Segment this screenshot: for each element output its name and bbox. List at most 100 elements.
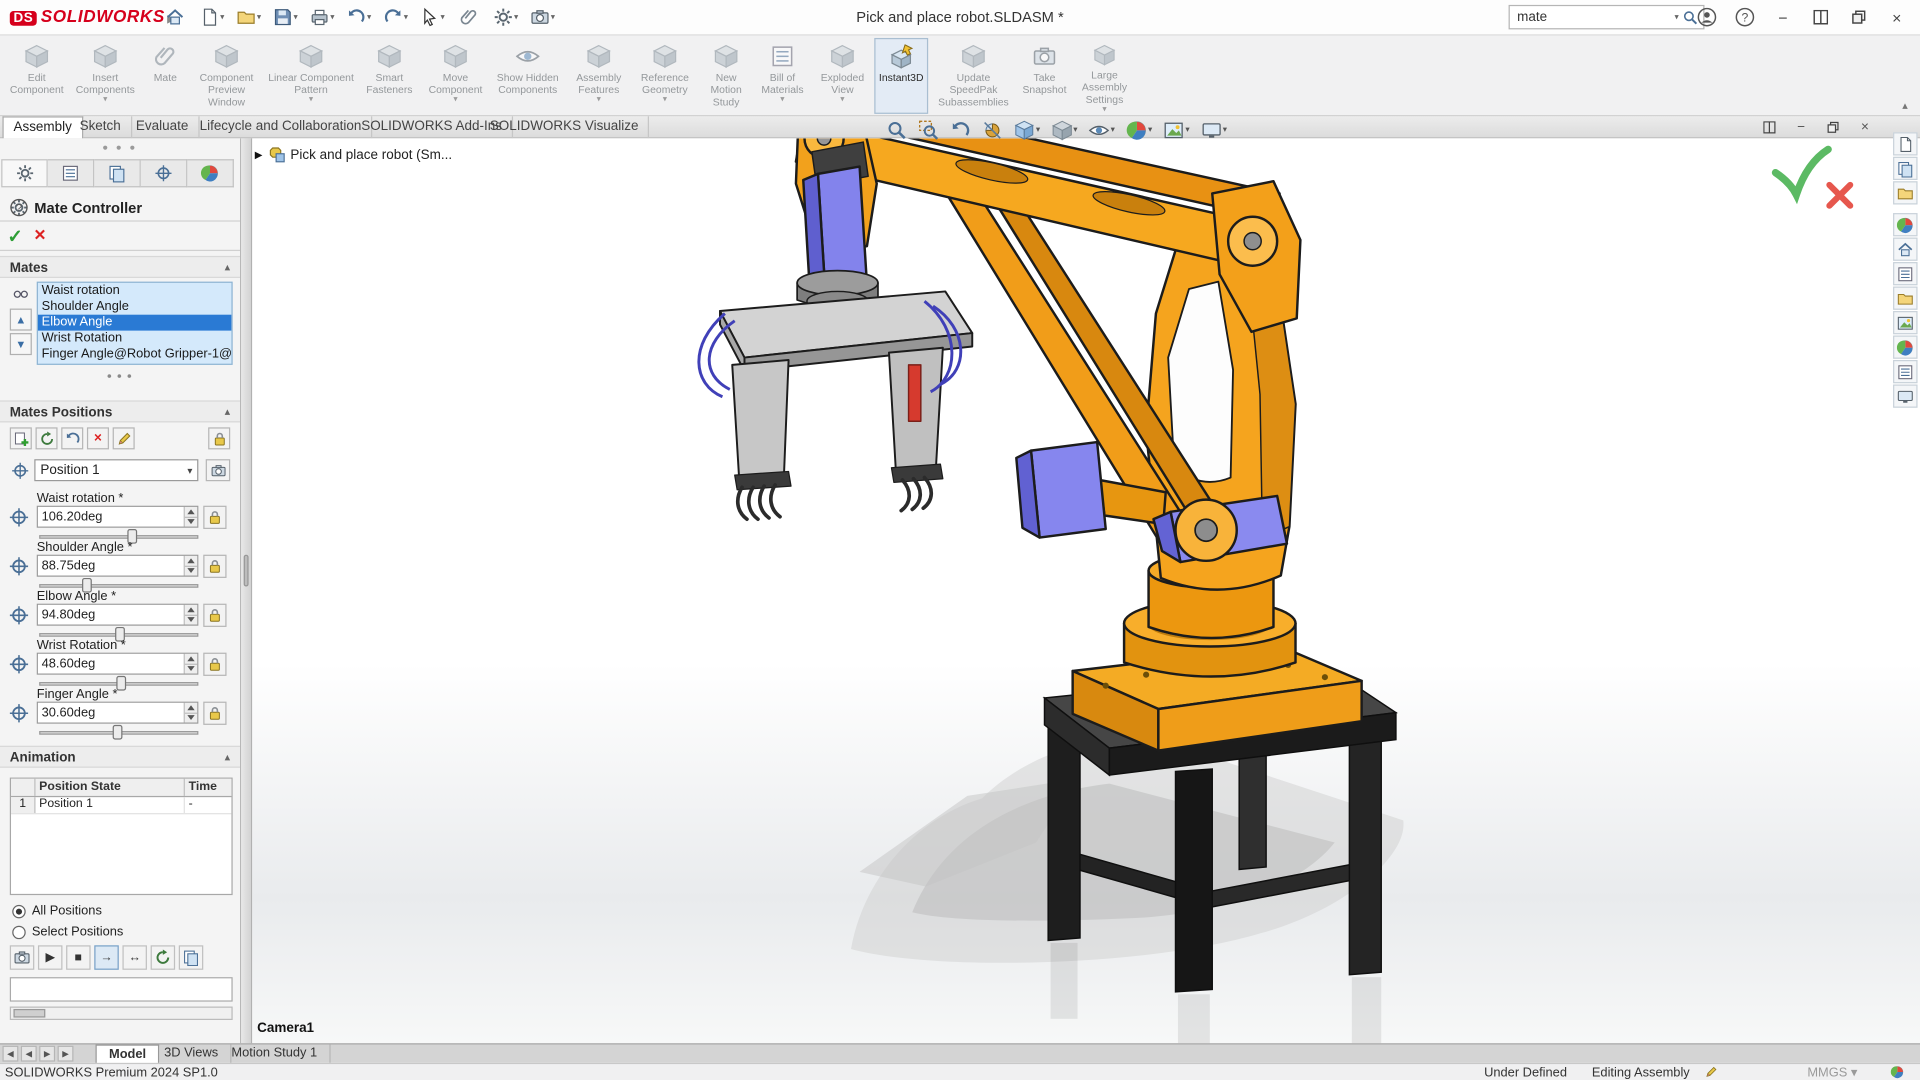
new-document-button[interactable]: ▾ [196, 4, 228, 31]
solidworks-logo[interactable]: DSSOLIDWORKS▶ [9, 6, 176, 26]
table-row[interactable]: 1 Position 1 - [11, 797, 232, 815]
select-button[interactable]: ▾ [416, 4, 448, 31]
group-resize-handle[interactable]: ● ● ● [0, 372, 240, 381]
tab-appearance-manager[interactable] [187, 159, 234, 188]
slider-thumb[interactable] [112, 724, 123, 740]
panel-splitter[interactable] [241, 138, 253, 1044]
finger-angle-input[interactable] [37, 702, 184, 723]
ribbon-bill-of-materials[interactable]: Bill of Materials ▾ [754, 38, 810, 114]
export-animation-button[interactable] [178, 945, 204, 970]
task-pane-world-tab[interactable] [1893, 213, 1918, 237]
tab-solidworks-visualize[interactable]: SOLIDWORKS Visualize [480, 116, 650, 139]
help-button[interactable] [1731, 4, 1758, 31]
tab-sketch[interactable]: Sketch [70, 116, 132, 139]
mate-quick-button[interactable] [453, 4, 485, 31]
apply-scene-button[interactable]: ▾ [1161, 118, 1192, 141]
task-pane-view-palette-tab[interactable] [1893, 311, 1918, 335]
tab-configuration-manager[interactable] [47, 159, 95, 188]
reciprocate-button[interactable]: ↔ [122, 945, 147, 970]
close-button[interactable]: × [1883, 4, 1910, 31]
robot-3d-scene[interactable] [252, 138, 1920, 1044]
task-pane-library-tab[interactable] [1893, 262, 1918, 286]
print-button[interactable]: ▾ [306, 4, 338, 31]
add-position-button[interactable] [9, 427, 32, 450]
task-pane-resources-tab[interactable] [1893, 132, 1918, 156]
task-pane-appearances-tab[interactable] [1893, 335, 1918, 359]
doc-minimize-button[interactable]: − [1790, 118, 1812, 136]
task-pane-design-library-tab[interactable] [1893, 156, 1918, 180]
move-mate-down-button[interactable]: ▼ [9, 333, 32, 356]
list-item-elbow-angle[interactable]: Elbow Angle [37, 314, 232, 331]
radio-icon[interactable] [12, 925, 26, 939]
tab-dimxpert-manager[interactable] [94, 159, 141, 188]
ribbon-move-component[interactable]: Move Component ▾ [424, 38, 488, 114]
expand-tree-icon[interactable]: ▶ [255, 149, 263, 160]
ribbon-show-hidden-components[interactable]: Show Hidden Components [490, 38, 566, 114]
list-item-shoulder-angle[interactable]: Shoulder Angle [38, 299, 231, 315]
spinner[interactable] [183, 555, 198, 576]
undo-button[interactable]: ▾ [343, 4, 375, 31]
scroll-last-button[interactable]: ▶ [57, 1045, 74, 1062]
delete-position-button[interactable]: × [86, 427, 109, 450]
spinner[interactable] [183, 702, 198, 723]
doc-restore-button[interactable] [1822, 118, 1844, 136]
stop-button[interactable]: ■ [66, 945, 91, 970]
feature-tree-flyout[interactable]: ▶ Pick and place robot (Sm... [252, 146, 452, 164]
ok-button[interactable]: ✓ [7, 225, 22, 248]
lock-button[interactable] [203, 652, 227, 676]
cancel-button[interactable]: × [34, 225, 45, 247]
finger-angle-slider[interactable] [39, 724, 199, 740]
lock-button[interactable] [203, 554, 227, 578]
scroll-prev-button[interactable]: ◀ [20, 1045, 37, 1062]
spinner[interactable] [183, 604, 198, 625]
mates-positions-group-header[interactable]: Mates Positions ▴ [0, 400, 240, 423]
task-pane-forum-tab[interactable] [1893, 384, 1918, 408]
hide-show-items-button[interactable]: ▾ [1086, 118, 1117, 141]
splitter-handle[interactable] [243, 554, 249, 587]
tab-display-manager[interactable] [140, 159, 188, 188]
account-button[interactable] [1693, 4, 1720, 31]
mates-list[interactable]: Waist rotation Shoulder Angle Elbow Angl… [36, 281, 233, 365]
all-positions-radio[interactable]: All Positions [12, 902, 102, 919]
zoom-fit-button[interactable] [884, 118, 910, 141]
panes-button[interactable] [1807, 4, 1834, 31]
ribbon-exploded-view[interactable]: Exploded View ▾ [813, 38, 872, 114]
ribbon-instant3d[interactable]: Instant3D [874, 37, 929, 114]
animation-timeline[interactable] [9, 977, 233, 1002]
playback-mode-button[interactable]: → [94, 945, 119, 970]
ribbon-component-preview-window[interactable]: Component Preview Window [189, 38, 265, 114]
lock-button[interactable] [203, 603, 227, 627]
edit-appearance-button[interactable]: ▾ [1124, 118, 1155, 141]
redo-button[interactable]: ▾ [380, 4, 412, 31]
task-pane-file-explorer-tab[interactable] [1893, 181, 1918, 205]
move-mate-up-button[interactable]: ▲ [9, 308, 32, 331]
radio-icon[interactable] [12, 904, 26, 918]
search-input[interactable] [1514, 8, 1671, 26]
open-button[interactable]: ▾ [233, 4, 265, 31]
scroll-next-button[interactable]: ▶ [39, 1045, 56, 1062]
list-item-waist-rotation[interactable]: Waist rotation [38, 283, 231, 299]
tab-lifecycle-collaboration[interactable]: Lifecycle and Collaboration [190, 116, 373, 139]
panel-help-icon[interactable] [10, 198, 28, 216]
animation-table[interactable]: Position State Time 1 Position 1 - [9, 777, 233, 896]
graphics-area[interactable]: ▶ Pick and place robot (Sm... Camera1 [252, 138, 1920, 1044]
ribbon-update-speedpak[interactable]: Update SpeedPak Subassemblies [931, 38, 1017, 114]
collapse-ribbon-icon[interactable]: ▴ [1902, 99, 1908, 112]
task-pane-home-tab[interactable] [1893, 237, 1918, 261]
section-view-button[interactable] [980, 118, 1006, 141]
update-position-button[interactable] [35, 427, 58, 450]
ribbon-insert-components[interactable]: Insert Components ▾ [69, 38, 142, 114]
tab-motion-study-1[interactable]: Motion Study 1 [219, 1044, 331, 1065]
assembly-tree-label[interactable]: Pick and place robot (Sm... [290, 148, 452, 163]
reset-position-button[interactable] [61, 427, 84, 450]
display-style-button[interactable]: ▾ [1049, 118, 1080, 141]
save-animation-button[interactable] [9, 945, 35, 970]
minimize-button[interactable]: − [1769, 4, 1796, 31]
view-settings-button[interactable]: ▾ [1198, 118, 1229, 141]
ribbon-take-snapshot[interactable]: Take Snapshot [1019, 38, 1070, 114]
zoom-area-button[interactable] [916, 118, 942, 141]
units-selector[interactable]: MMGS ▾ [1807, 1065, 1857, 1080]
lock-button[interactable] [203, 701, 227, 725]
ribbon-linear-component-pattern[interactable]: Linear Component Pattern ▾ [267, 38, 355, 114]
tab-model[interactable]: Model [95, 1044, 160, 1065]
